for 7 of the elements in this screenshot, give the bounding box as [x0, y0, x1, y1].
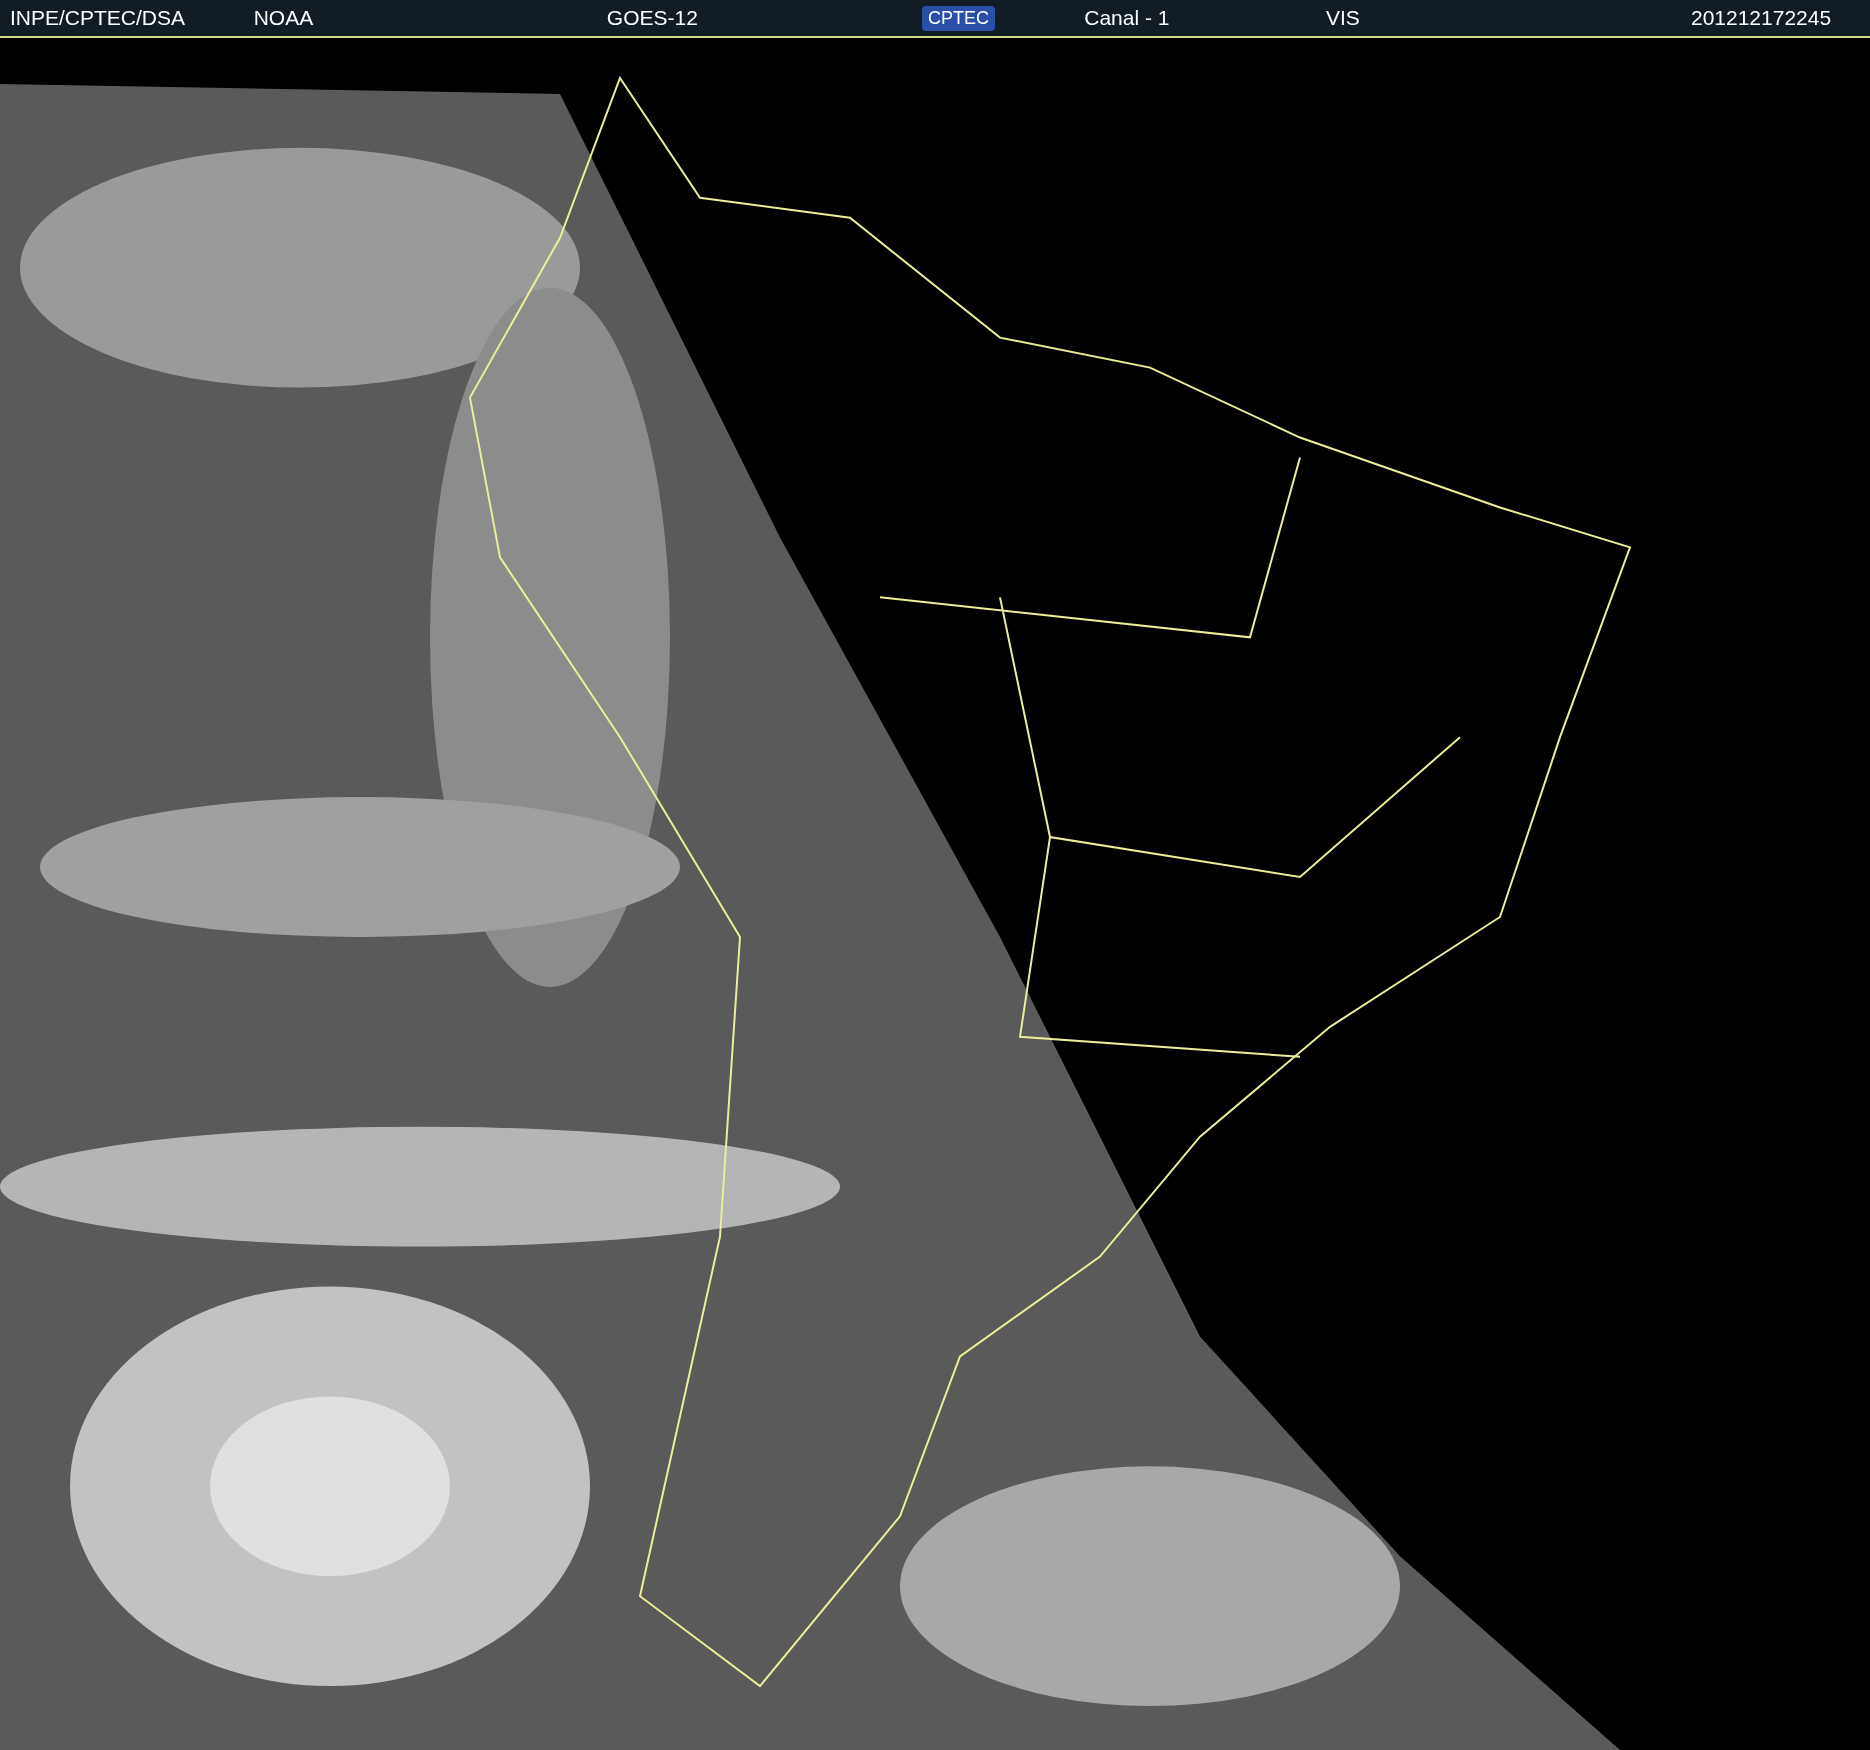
satellite-label: GOES-12	[606, 6, 698, 30]
cptec-logo: CPTEC	[922, 5, 996, 31]
source-label: NOAA	[253, 6, 314, 30]
channel-label: Canal - 1	[1084, 6, 1170, 30]
band-label: VIS	[1325, 6, 1360, 30]
timestamp-label: 201212172245	[1690, 6, 1832, 30]
agency-label: INPE/CPTEC/DSA	[10, 6, 186, 30]
